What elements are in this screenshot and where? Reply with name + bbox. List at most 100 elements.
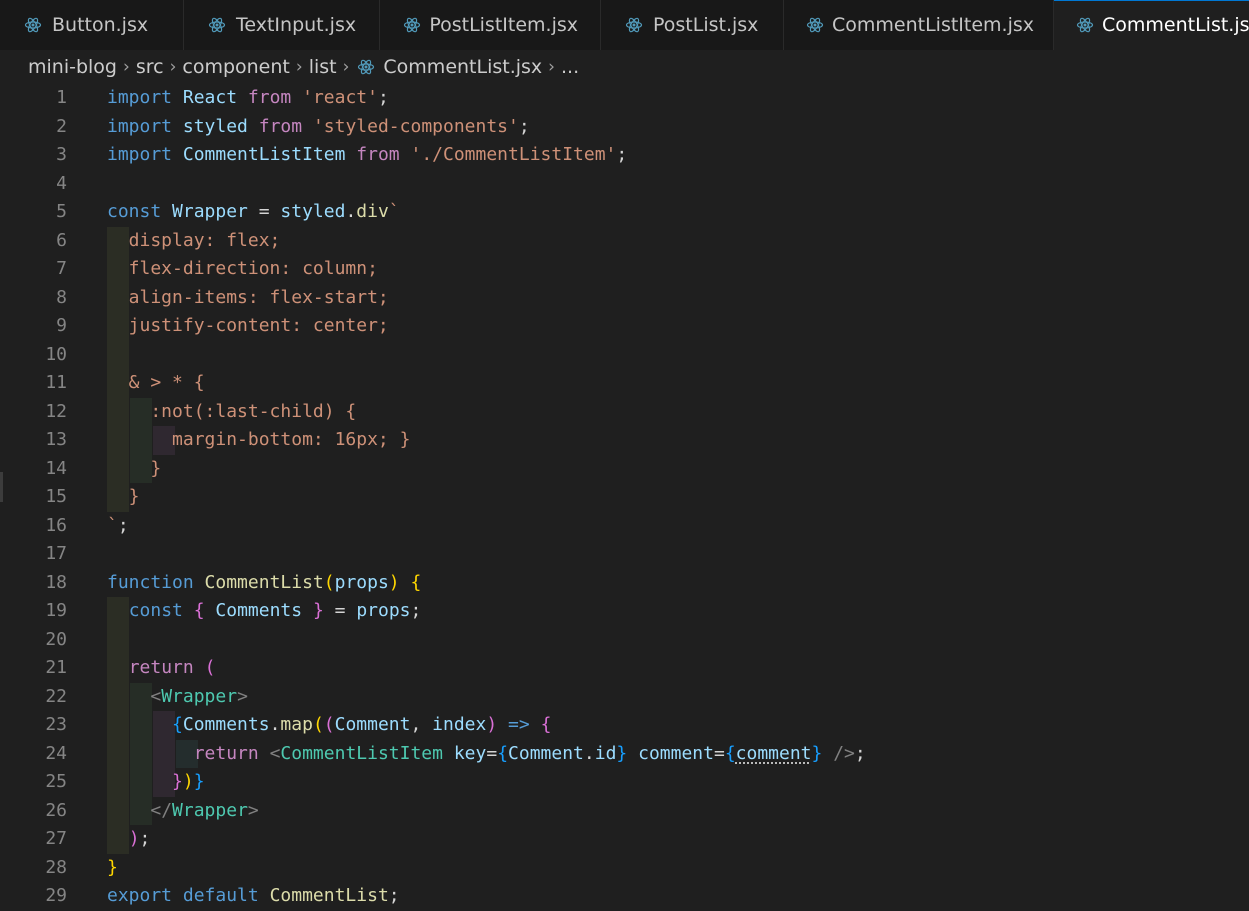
line-number: 25 <box>45 771 67 792</box>
code-line[interactable]: 3 import CommentListItem from './CommentL… <box>0 141 1249 170</box>
code-token: } <box>811 742 823 764</box>
code-line[interactable]: 21 return ( <box>0 654 1249 683</box>
chevron-right-icon: › <box>548 57 555 77</box>
code-text: :not(:last-child) { <box>107 398 356 427</box>
code-text: align-items: flex-start; <box>107 284 389 313</box>
tab-commentlistitem[interactable]: CommentListItem.jsx <box>784 0 1054 50</box>
code-line[interactable]: 6 display: flex; <box>0 227 1249 256</box>
react-icon <box>22 14 44 36</box>
code-token: import <box>107 144 173 165</box>
code-token: ; <box>616 144 628 165</box>
code-editor-window: Button.jsx TextInput.jsx PostListItem.jsx P… <box>0 0 1249 908</box>
react-icon <box>402 14 421 36</box>
line-number: 1 <box>56 87 67 108</box>
tab-textinput[interactable]: TextInput.jsx <box>184 0 380 50</box>
code-token: /> <box>833 742 855 764</box>
code-line[interactable]: 18 function CommentList(props) { <box>0 569 1249 598</box>
line-number: 18 <box>45 571 67 593</box>
code-line[interactable]: 27 ); <box>0 825 1249 854</box>
code-line[interactable]: 9 justify-content: center; <box>0 312 1249 341</box>
breadcrumb-more[interactable]: ... <box>561 56 579 78</box>
code-line[interactable]: 24 return <CommentListItem key={Comment.… <box>0 740 1249 769</box>
code-token: CommentList <box>269 885 389 906</box>
line-number: 19 <box>45 600 67 621</box>
breadcrumb-item-file[interactable]: CommentList.jsx <box>355 56 542 78</box>
code-line[interactable]: 28} <box>0 854 1249 883</box>
chevron-right-icon: › <box>169 57 177 77</box>
code-text: <Wrapper> <box>107 683 248 712</box>
breadcrumb-item-component[interactable]: component <box>182 56 290 78</box>
code-token: . <box>269 714 281 735</box>
code-line[interactable]: 15 } <box>0 483 1249 512</box>
code-token: :not(:last-child) { <box>107 400 357 422</box>
line-number: 20 <box>45 628 67 650</box>
code-token: ; <box>377 87 389 108</box>
tab-button[interactable]: Button.jsx <box>0 0 184 50</box>
code-line[interactable]: 10 <box>0 341 1249 370</box>
tab-label: PostListItem.jsx <box>429 14 578 36</box>
code-line[interactable]: 12 :not(:last-child) { <box>0 398 1249 427</box>
code-line[interactable]: 20 <box>0 626 1249 655</box>
code-line[interactable]: 2 import styled from 'styled-components'; <box>0 113 1249 142</box>
tab-postlist[interactable]: PostList.jsx <box>601 0 784 50</box>
code-line[interactable]: 8 align-items: flex-start; <box>0 284 1249 313</box>
breadcrumb-item-list[interactable]: list <box>309 56 337 78</box>
code-line[interactable]: 7 flex-direction: column; <box>0 255 1249 284</box>
code-line[interactable]: 19 const { Comments } = props; <box>0 597 1249 626</box>
code-token: </ <box>150 799 173 821</box>
code-line[interactable]: 5 const Wrapper = styled.div` <box>0 198 1249 227</box>
tab-label: CommentList.jsx <box>1102 14 1249 36</box>
code-token: import <box>107 87 173 108</box>
code-line[interactable]: 26 </Wrapper> <box>0 797 1249 826</box>
code-token: function <box>107 571 194 593</box>
code-token: Comment <box>334 714 411 735</box>
code-text: import CommentListItem from './CommentLi… <box>107 141 627 170</box>
line-number: 5 <box>56 201 67 222</box>
code-line[interactable]: 25 })} <box>0 768 1249 797</box>
breadcrumb-item-mini-blog[interactable]: mini-blog <box>28 56 117 78</box>
code-line[interactable]: 14 } <box>0 455 1249 484</box>
code-token: } <box>172 771 183 792</box>
code-text: })} <box>107 768 205 797</box>
code-line[interactable]: 11 & > * { <box>0 369 1249 398</box>
code-editor[interactable]: 1 import React from 'react'; 2 import style… <box>0 84 1249 908</box>
code-token: ; <box>854 742 866 764</box>
code-line[interactable]: 23 {Comments.map((Comment, index) => { <box>0 711 1249 740</box>
code-token: index <box>432 714 487 735</box>
code-line[interactable]: 4 <box>0 170 1249 199</box>
code-line[interactable]: 1 import React from 'react'; <box>0 84 1249 113</box>
line-number: 26 <box>45 799 67 821</box>
tab-postlistitem[interactable]: PostListItem.jsx <box>380 0 601 50</box>
chevron-right-icon: › <box>342 57 350 77</box>
code-text: `; <box>107 512 129 541</box>
code-token: const <box>107 201 162 222</box>
code-line[interactable]: 29 export default CommentList; <box>0 882 1249 911</box>
breadcrumb: mini-blog › src › component › list › CommentList… <box>0 50 1249 84</box>
code-line[interactable]: 22 <Wrapper> <box>0 683 1249 712</box>
code-token: { <box>172 714 183 735</box>
code-line[interactable]: 16 `; <box>0 512 1249 541</box>
code-token: & > * { <box>107 372 205 393</box>
code-token: { <box>193 600 205 621</box>
code-token: ; <box>117 514 129 536</box>
breadcrumb-item-src[interactable]: src <box>136 56 164 78</box>
line-number: 11 <box>45 372 67 393</box>
code-token: 'styled-components' <box>312 115 519 137</box>
tab-commentlist[interactable]: CommentList.jsx <box>1054 0 1249 50</box>
code-token: ) <box>388 571 400 593</box>
code-line[interactable]: 17 <box>0 540 1249 569</box>
react-icon <box>806 14 824 36</box>
code-text: ); <box>107 825 151 854</box>
tab-label: CommentListItem.jsx <box>832 14 1035 36</box>
code-line[interactable]: 13 margin-bottom: 16px; } <box>0 426 1249 455</box>
code-token: Wrapper <box>172 799 248 821</box>
